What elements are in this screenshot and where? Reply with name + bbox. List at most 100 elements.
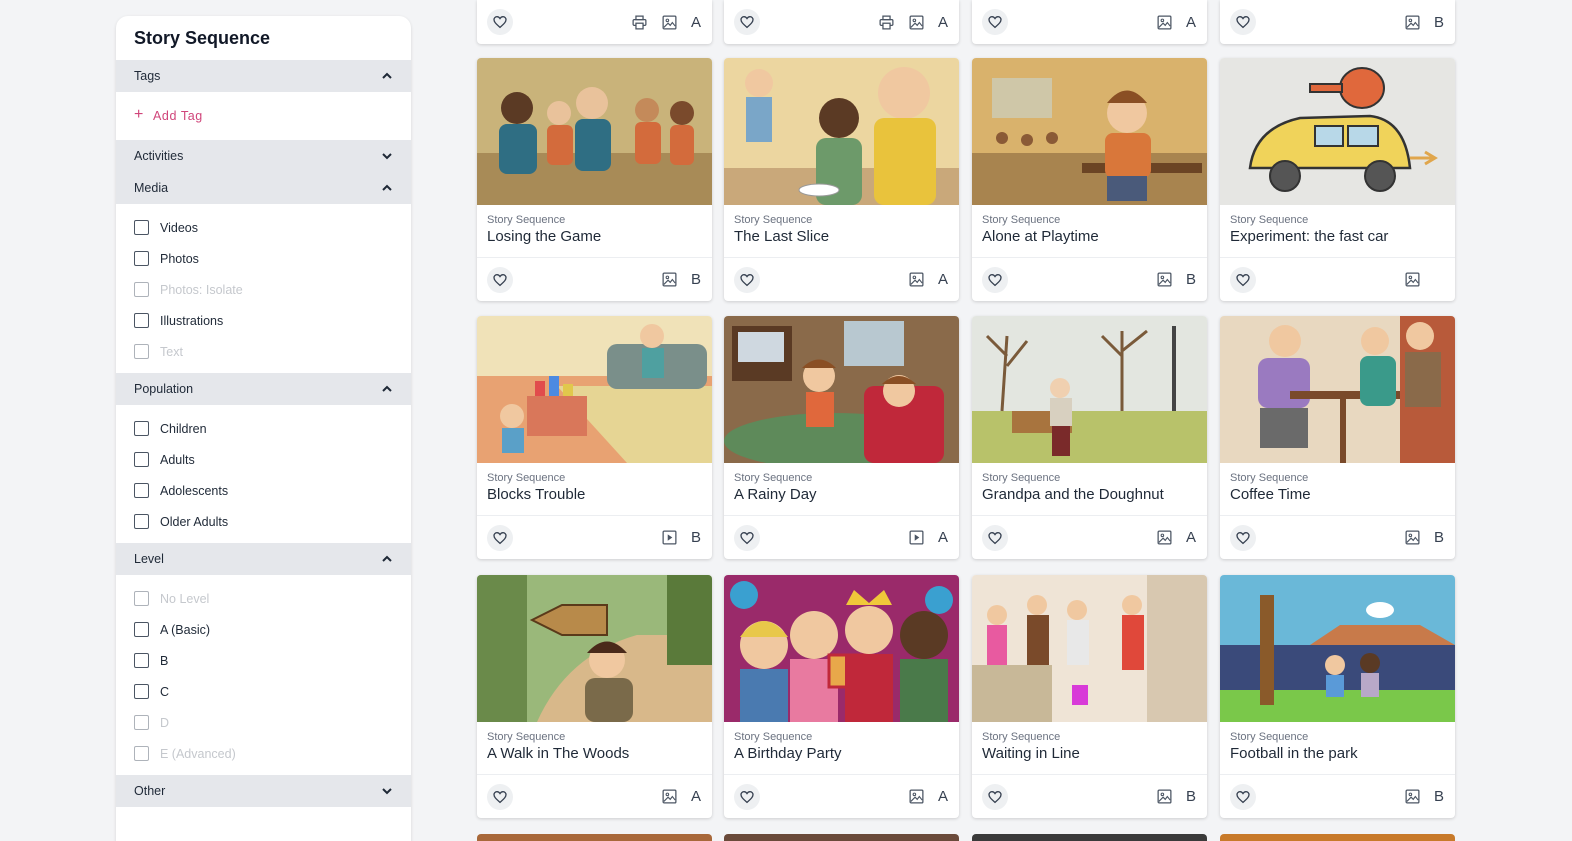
story-card[interactable]: Story Sequence Alone at Playtime B — [972, 58, 1207, 301]
checkbox[interactable] — [134, 514, 149, 529]
checkbox[interactable] — [134, 313, 149, 328]
card-title[interactable]: A Birthday Party — [724, 744, 959, 774]
option-label: C — [160, 684, 170, 699]
level-option[interactable]: C — [134, 676, 393, 707]
story-card[interactable]: Story Sequence Football in the park B — [1220, 575, 1455, 818]
favorite-button[interactable] — [487, 9, 513, 35]
story-card[interactable]: A — [477, 0, 712, 44]
card-title[interactable]: Coffee Time — [1220, 485, 1455, 515]
favorite-button[interactable] — [982, 524, 1008, 551]
favorite-button[interactable] — [734, 266, 760, 293]
checkbox[interactable] — [134, 251, 149, 266]
story-card[interactable]: A — [724, 0, 959, 44]
chevron-up-icon — [382, 184, 392, 191]
level-badge: B — [690, 271, 701, 288]
favorite-button[interactable] — [734, 524, 760, 551]
card-title[interactable]: Football in the park — [1220, 744, 1455, 774]
print-icon[interactable] — [630, 13, 648, 31]
card-title[interactable]: A Walk in The Woods — [477, 744, 712, 774]
story-card[interactable]: Story Sequence Experiment: the fast car — [1220, 58, 1455, 301]
level-option[interactable]: B — [134, 645, 393, 676]
story-card[interactable]: A — [972, 0, 1207, 44]
card-title[interactable]: The Last Slice — [724, 227, 959, 257]
favorite-button[interactable] — [1230, 9, 1256, 35]
media-option[interactable]: Illustrations — [134, 305, 393, 336]
section-tags-header[interactable]: Tags — [116, 60, 411, 92]
favorite-button[interactable] — [487, 266, 513, 293]
card-title[interactable]: A Rainy Day — [724, 485, 959, 515]
favorite-button[interactable] — [487, 783, 513, 810]
story-card[interactable]: Story Sequence The Last Slice A — [724, 58, 959, 301]
story-card[interactable]: Story Sequence Coffee Time B — [1220, 316, 1455, 559]
level-badge: A — [937, 13, 948, 31]
card-illustration — [972, 316, 1207, 463]
favorite-button[interactable] — [982, 266, 1008, 293]
media-option: Photos: Isolate — [134, 274, 393, 305]
level-badge: A — [1185, 13, 1196, 31]
option-label: E (Advanced) — [160, 746, 236, 761]
checkbox[interactable] — [134, 483, 149, 498]
favorite-button[interactable] — [982, 783, 1008, 810]
checkbox[interactable] — [134, 220, 149, 235]
sidebar-title: Story Sequence — [134, 28, 271, 48]
story-card[interactable]: Story Sequence A Birthday Party A — [724, 575, 959, 818]
population-option[interactable]: Adults — [134, 444, 393, 475]
media-option[interactable]: Photos — [134, 243, 393, 274]
card-title[interactable]: Waiting in Line — [972, 744, 1207, 774]
checkbox[interactable] — [134, 653, 149, 668]
favorite-button[interactable] — [982, 9, 1008, 35]
section-level-header[interactable]: Level — [116, 543, 411, 575]
section-activities-header[interactable]: Activities — [116, 140, 411, 172]
population-option[interactable]: Older Adults — [134, 506, 393, 537]
media-option: Text — [134, 336, 393, 367]
card-illustration — [724, 575, 959, 722]
checkbox — [134, 591, 149, 606]
image-icon — [1403, 13, 1421, 31]
filter-sidebar: Story Sequence Tags + Add Tag Activities… — [116, 16, 411, 841]
checkbox — [134, 344, 149, 359]
section-population-header[interactable]: Population — [116, 373, 411, 405]
heart-icon — [1235, 530, 1251, 546]
checkbox[interactable] — [134, 684, 149, 699]
story-card[interactable]: Story Sequence A Walk in The Woods A — [477, 575, 712, 818]
favorite-button[interactable] — [487, 524, 513, 551]
favorite-button[interactable] — [1230, 783, 1256, 810]
story-card-partial[interactable] — [724, 834, 959, 841]
section-media-header[interactable]: Media — [116, 172, 411, 204]
heart-icon — [739, 14, 755, 30]
story-card-partial[interactable] — [972, 834, 1207, 841]
checkbox[interactable] — [134, 622, 149, 637]
story-card[interactable]: Story Sequence Blocks Trouble B — [477, 316, 712, 559]
video-icon — [907, 529, 925, 547]
story-card[interactable]: Story Sequence Grandpa and the Doughnut … — [972, 316, 1207, 559]
population-option[interactable]: Adolescents — [134, 475, 393, 506]
add-tag-label: Add Tag — [152, 109, 203, 123]
level-badge: A — [690, 788, 701, 805]
section-other-header[interactable]: Other — [116, 775, 411, 807]
checkbox[interactable] — [134, 452, 149, 467]
section-media-label: Media — [134, 181, 169, 195]
card-title[interactable]: Grandpa and the Doughnut — [972, 485, 1207, 515]
story-card-partial[interactable] — [477, 834, 712, 841]
favorite-button[interactable] — [1230, 266, 1256, 293]
story-card[interactable]: Story Sequence A Rainy Day A — [724, 316, 959, 559]
card-illustration — [477, 575, 712, 722]
add-tag-button[interactable]: + Add Tag — [134, 92, 393, 140]
card-title[interactable]: Losing the Game — [477, 227, 712, 257]
story-card[interactable]: Story Sequence Waiting in Line B — [972, 575, 1207, 818]
card-title[interactable]: Experiment: the fast car — [1220, 227, 1455, 257]
level-option[interactable]: A (Basic) — [134, 614, 393, 645]
checkbox[interactable] — [134, 421, 149, 436]
print-icon[interactable] — [877, 13, 895, 31]
card-title[interactable]: Alone at Playtime — [972, 227, 1207, 257]
media-option[interactable]: Videos — [134, 212, 393, 243]
story-card[interactable]: Story Sequence Losing the Game B — [477, 58, 712, 301]
card-illustration — [972, 575, 1207, 722]
favorite-button[interactable] — [734, 783, 760, 810]
favorite-button[interactable] — [1230, 524, 1256, 551]
population-option[interactable]: Children — [134, 413, 393, 444]
card-title[interactable]: Blocks Trouble — [477, 485, 712, 515]
favorite-button[interactable] — [734, 9, 760, 35]
story-card-partial[interactable] — [1220, 834, 1455, 841]
story-card[interactable]: B — [1220, 0, 1455, 44]
